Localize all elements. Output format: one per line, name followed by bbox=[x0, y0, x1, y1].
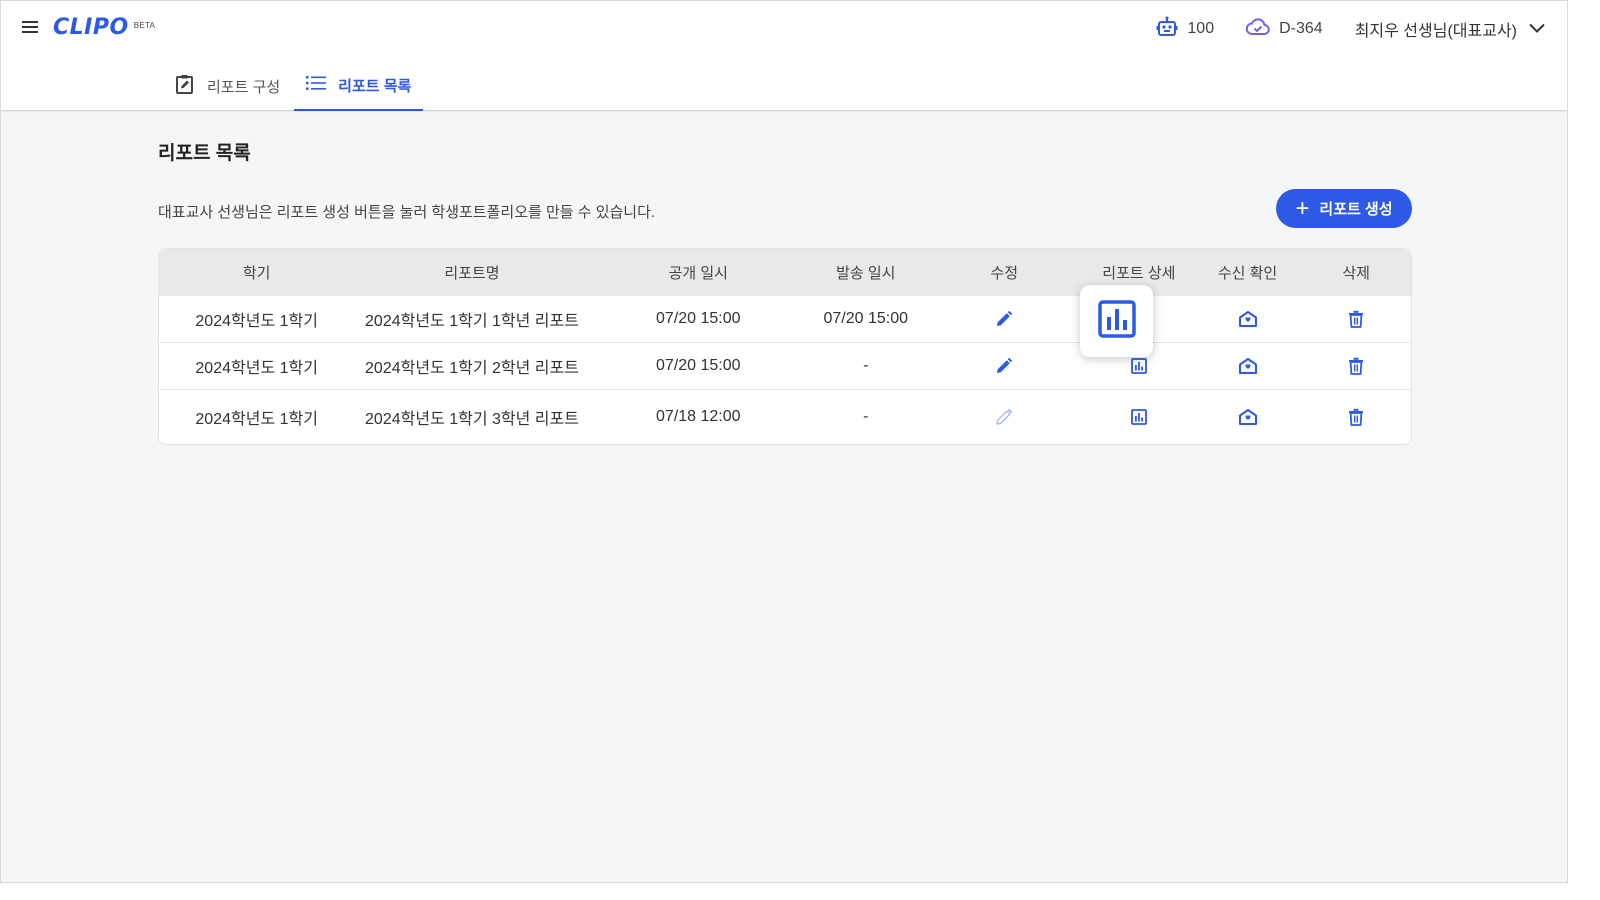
plus-icon: + bbox=[1295, 194, 1310, 222]
column-header: 리포트명 bbox=[444, 265, 500, 282]
column-header: 발송 일시 bbox=[836, 265, 896, 282]
logo-text: CLIPO bbox=[53, 15, 129, 40]
beta-badge: BETA bbox=[133, 21, 156, 30]
column-header: 학기 bbox=[242, 265, 271, 282]
report-table: 학기 리포트명 공개 일시 발송 일시 수정 리포트 상세 수신 확인 삭제 2… bbox=[158, 248, 1412, 445]
mail-open-heart-icon[interactable] bbox=[1238, 310, 1258, 328]
trash-icon[interactable] bbox=[1348, 408, 1364, 426]
semester-cell: 2024학년도 1학기 bbox=[195, 411, 318, 428]
tab-report-list[interactable]: 리포트 목록 bbox=[294, 61, 424, 111]
page-description: 대표교사 선생님은 리포트 생성 버튼을 눌러 학생포트폴리오를 만들 수 있습… bbox=[158, 204, 656, 221]
header-right: 100 D-364 최지우 선생님(대표교사) bbox=[1156, 15, 1545, 43]
report-name-cell: 2024학년도 1학기 1학년 리포트 bbox=[365, 313, 579, 330]
column-header: 수신 확인 bbox=[1217, 265, 1278, 282]
report-detail-cell bbox=[1084, 409, 1194, 425]
tab-bar: 리포트 구성 리포트 목록 bbox=[163, 61, 425, 111]
storage-days-text: D-364 bbox=[1279, 20, 1323, 37]
table-row: 2024학년도 1학기 2024학년도 1학기 2학년 리포트 07/20 15… bbox=[159, 343, 1411, 390]
pencil-icon[interactable] bbox=[995, 310, 1013, 328]
create-report-label: 리포트 생성 bbox=[1319, 201, 1393, 218]
storage-days: D-364 bbox=[1245, 17, 1323, 41]
user-menu[interactable]: 최지우 선생님(대표교사) bbox=[1355, 17, 1545, 41]
menu-icon[interactable] bbox=[21, 18, 39, 36]
open-time-cell: 07/20 15:00 bbox=[656, 310, 741, 327]
edit-cell bbox=[925, 357, 1084, 375]
bar-chart-icon[interactable] bbox=[1130, 358, 1147, 374]
mail-open-heart-icon[interactable] bbox=[1238, 357, 1258, 375]
bar-chart-icon bbox=[1097, 299, 1136, 343]
semester-cell: 2024학년도 1학기 bbox=[195, 313, 318, 330]
sent-time-cell: - bbox=[863, 357, 869, 374]
report-name-cell: 2024학년도 1학기 2학년 리포트 bbox=[365, 360, 579, 377]
table-row: 2024학년도 1학기 2024학년도 1학기 1학년 리포트 07/20 15… bbox=[159, 285, 1411, 357]
app-window: CLIPO BETA 100 D-364 최지우 선생님(대표교사) 리포트 구… bbox=[0, 0, 1568, 883]
robot-icon bbox=[1156, 16, 1187, 43]
sent-time-cell: 07/20 15:00 bbox=[823, 310, 909, 327]
receipt-cell bbox=[1194, 357, 1302, 375]
bar-chart-icon[interactable] bbox=[1130, 409, 1147, 425]
chevron-down-icon bbox=[1517, 20, 1545, 38]
report-detail-cell bbox=[1084, 358, 1194, 374]
column-header: 리포트 상세 bbox=[1102, 265, 1176, 282]
tab-label: 리포트 구성 bbox=[207, 78, 281, 96]
column-header: 공개 일시 bbox=[668, 265, 728, 282]
table-header: 학기 리포트명 공개 일시 발송 일시 수정 리포트 상세 수신 확인 삭제 bbox=[159, 249, 1411, 296]
pencil-icon[interactable] bbox=[995, 357, 1013, 375]
column-header: 삭제 bbox=[1342, 265, 1370, 282]
edit-note-icon bbox=[175, 74, 207, 98]
open-time-cell: 07/20 15:00 bbox=[656, 357, 741, 374]
robot-counter: 100 bbox=[1156, 16, 1214, 43]
delete-cell bbox=[1301, 357, 1411, 375]
table-row: 2024학년도 1학기 2024학년도 1학기 3학년 리포트 07/18 12… bbox=[159, 390, 1411, 444]
tab-report-config[interactable]: 리포트 구성 bbox=[163, 61, 292, 111]
sent-time-cell: - bbox=[863, 408, 869, 425]
create-report-button[interactable]: + 리포트 생성 bbox=[1276, 189, 1412, 228]
report-detail-button-highlighted[interactable] bbox=[1080, 285, 1153, 357]
user-name: 최지우 선생님(대표교사) bbox=[1354, 23, 1517, 40]
trash-icon[interactable] bbox=[1348, 310, 1364, 328]
page-title: 리포트 목록 bbox=[158, 143, 251, 164]
edit-cell bbox=[925, 408, 1084, 426]
receipt-cell bbox=[1194, 408, 1302, 426]
robot-count: 100 bbox=[1187, 20, 1215, 37]
list-icon bbox=[306, 75, 338, 95]
cloud-check-icon bbox=[1245, 17, 1279, 41]
tab-label: 리포트 목록 bbox=[338, 77, 412, 95]
pencil-icon-disabled bbox=[995, 408, 1013, 426]
delete-cell bbox=[1301, 408, 1411, 426]
mail-open-heart-icon[interactable] bbox=[1238, 408, 1258, 426]
logo[interactable]: CLIPO BETA bbox=[53, 15, 155, 41]
column-header: 수정 bbox=[990, 265, 1019, 282]
edit-cell bbox=[925, 310, 1084, 328]
trash-icon[interactable] bbox=[1348, 357, 1364, 375]
report-name-cell: 2024학년도 1학기 3학년 리포트 bbox=[365, 411, 579, 428]
semester-cell: 2024학년도 1학기 bbox=[195, 360, 318, 377]
open-time-cell: 07/18 12:00 bbox=[656, 408, 741, 425]
receipt-cell bbox=[1194, 310, 1302, 328]
delete-cell bbox=[1301, 310, 1411, 328]
top-bar: CLIPO BETA 100 D-364 최지우 선생님(대표교사) 리포트 구… bbox=[1, 1, 1567, 111]
